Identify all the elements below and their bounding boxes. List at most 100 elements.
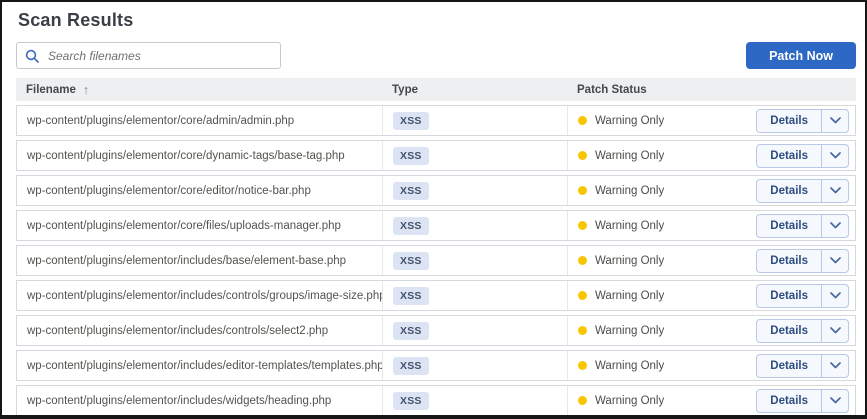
details-split-button[interactable]: Details bbox=[756, 179, 849, 203]
type-badge: XSS bbox=[393, 217, 429, 235]
filename-cell-text: wp-content/plugins/elementor/core/editor… bbox=[27, 185, 311, 197]
filename-cell: wp-content/plugins/elementor/includes/co… bbox=[17, 316, 383, 345]
warning-dot-icon bbox=[578, 186, 587, 195]
scan-results-window: Scan Results Patch Now Filename ↑ Type bbox=[0, 0, 867, 419]
patch-status-cell: Warning Only bbox=[568, 351, 753, 380]
type-cell: XSS bbox=[383, 316, 568, 345]
patch-status-cell: Warning Only bbox=[568, 281, 753, 310]
table-row: wp-content/plugins/elementor/includes/wi… bbox=[16, 385, 856, 416]
details-button-label[interactable]: Details bbox=[757, 355, 822, 377]
details-button-label[interactable]: Details bbox=[757, 110, 822, 132]
type-cell: XSS bbox=[383, 351, 568, 380]
action-cell: Details bbox=[753, 106, 855, 135]
type-badge: XSS bbox=[393, 147, 429, 165]
details-split-button[interactable]: Details bbox=[756, 214, 849, 238]
filename-cell: wp-content/plugins/elementor/includes/wi… bbox=[17, 386, 383, 415]
type-cell: XSS bbox=[383, 211, 568, 240]
patch-status-label: Warning Only bbox=[595, 360, 664, 372]
details-split-button[interactable]: Details bbox=[756, 249, 849, 273]
table-row: wp-content/plugins/elementor/core/editor… bbox=[16, 175, 856, 206]
search-icon bbox=[25, 49, 39, 63]
details-button-label[interactable]: Details bbox=[757, 320, 822, 342]
chevron-down-icon[interactable] bbox=[822, 355, 848, 377]
type-badge: XSS bbox=[393, 252, 429, 270]
filename-cell: wp-content/plugins/elementor/core/files/… bbox=[17, 211, 383, 240]
details-split-button[interactable]: Details bbox=[756, 389, 849, 413]
column-header-filename[interactable]: Filename ↑ bbox=[16, 83, 382, 97]
chevron-down-icon[interactable] bbox=[822, 320, 848, 342]
action-cell: Details bbox=[753, 211, 855, 240]
search-input[interactable] bbox=[46, 48, 272, 64]
chevron-down-icon[interactable] bbox=[822, 285, 848, 307]
page-title: Scan Results bbox=[18, 10, 856, 31]
column-header-filename-label: Filename bbox=[26, 84, 76, 96]
table-row: wp-content/plugins/elementor/core/dynami… bbox=[16, 140, 856, 171]
details-button-label[interactable]: Details bbox=[757, 390, 822, 412]
warning-dot-icon bbox=[578, 291, 587, 300]
filename-cell-text: wp-content/plugins/elementor/includes/ba… bbox=[27, 255, 346, 267]
filename-cell: wp-content/plugins/elementor/core/dynami… bbox=[17, 141, 383, 170]
filename-cell-text: wp-content/plugins/elementor/core/files/… bbox=[27, 220, 341, 232]
filename-cell: wp-content/plugins/elementor/includes/ba… bbox=[17, 246, 383, 275]
column-header-patch-status-label: Patch Status bbox=[577, 84, 647, 96]
type-badge: XSS bbox=[393, 357, 429, 375]
type-badge: XSS bbox=[393, 392, 429, 410]
patch-status-label: Warning Only bbox=[595, 115, 664, 127]
table-row: wp-content/plugins/elementor/core/admin/… bbox=[16, 105, 856, 136]
details-button-label[interactable]: Details bbox=[757, 145, 822, 167]
patch-now-button[interactable]: Patch Now bbox=[746, 42, 856, 69]
warning-dot-icon bbox=[578, 151, 587, 160]
type-badge: XSS bbox=[393, 322, 429, 340]
warning-dot-icon bbox=[578, 326, 587, 335]
action-cell: Details bbox=[753, 386, 855, 415]
column-header-patch-status[interactable]: Patch Status bbox=[567, 84, 754, 96]
details-button-label[interactable]: Details bbox=[757, 250, 822, 272]
chevron-down-icon[interactable] bbox=[822, 390, 848, 412]
type-cell: XSS bbox=[383, 281, 568, 310]
filename-cell-text: wp-content/plugins/elementor/includes/ed… bbox=[27, 360, 383, 372]
details-button-label[interactable]: Details bbox=[757, 180, 822, 202]
details-split-button[interactable]: Details bbox=[756, 354, 849, 378]
table-row: wp-content/plugins/elementor/core/files/… bbox=[16, 210, 856, 241]
patch-status-label: Warning Only bbox=[595, 290, 664, 302]
filename-cell: wp-content/plugins/elementor/core/admin/… bbox=[17, 106, 383, 135]
chevron-down-icon[interactable] bbox=[822, 110, 848, 132]
patch-status-cell: Warning Only bbox=[568, 316, 753, 345]
patch-status-cell: Warning Only bbox=[568, 176, 753, 205]
type-cell: XSS bbox=[383, 246, 568, 275]
table-row: wp-content/plugins/elementor/includes/ed… bbox=[16, 350, 856, 381]
action-cell: Details bbox=[753, 281, 855, 310]
details-button-label[interactable]: Details bbox=[757, 285, 822, 307]
type-cell: XSS bbox=[383, 141, 568, 170]
action-cell: Details bbox=[753, 141, 855, 170]
details-split-button[interactable]: Details bbox=[756, 284, 849, 308]
table-header-row: Filename ↑ Type Patch Status bbox=[16, 78, 856, 101]
details-split-button[interactable]: Details bbox=[756, 319, 849, 343]
chevron-down-icon[interactable] bbox=[822, 145, 848, 167]
type-badge: XSS bbox=[393, 112, 429, 130]
chevron-down-icon[interactable] bbox=[822, 180, 848, 202]
patch-status-label: Warning Only bbox=[595, 185, 664, 197]
warning-dot-icon bbox=[578, 396, 587, 405]
type-badge: XSS bbox=[393, 182, 429, 200]
chevron-down-icon[interactable] bbox=[822, 215, 848, 237]
patch-status-label: Warning Only bbox=[595, 325, 664, 337]
table-body: wp-content/plugins/elementor/core/admin/… bbox=[16, 105, 856, 416]
filename-cell-text: wp-content/plugins/elementor/core/dynami… bbox=[27, 150, 345, 162]
chevron-down-icon[interactable] bbox=[822, 250, 848, 272]
page: Scan Results Patch Now Filename ↑ Type bbox=[2, 2, 865, 416]
warning-dot-icon bbox=[578, 361, 587, 370]
search-box[interactable] bbox=[16, 42, 281, 69]
table-row: wp-content/plugins/elementor/includes/ba… bbox=[16, 245, 856, 276]
patch-status-cell: Warning Only bbox=[568, 141, 753, 170]
column-header-type[interactable]: Type bbox=[382, 84, 567, 96]
details-split-button[interactable]: Details bbox=[756, 109, 849, 133]
type-cell: XSS bbox=[383, 386, 568, 415]
action-cell: Details bbox=[753, 316, 855, 345]
toolbar: Patch Now bbox=[16, 42, 856, 69]
type-cell: XSS bbox=[383, 106, 568, 135]
action-cell: Details bbox=[753, 176, 855, 205]
patch-status-cell: Warning Only bbox=[568, 211, 753, 240]
details-split-button[interactable]: Details bbox=[756, 144, 849, 168]
details-button-label[interactable]: Details bbox=[757, 215, 822, 237]
